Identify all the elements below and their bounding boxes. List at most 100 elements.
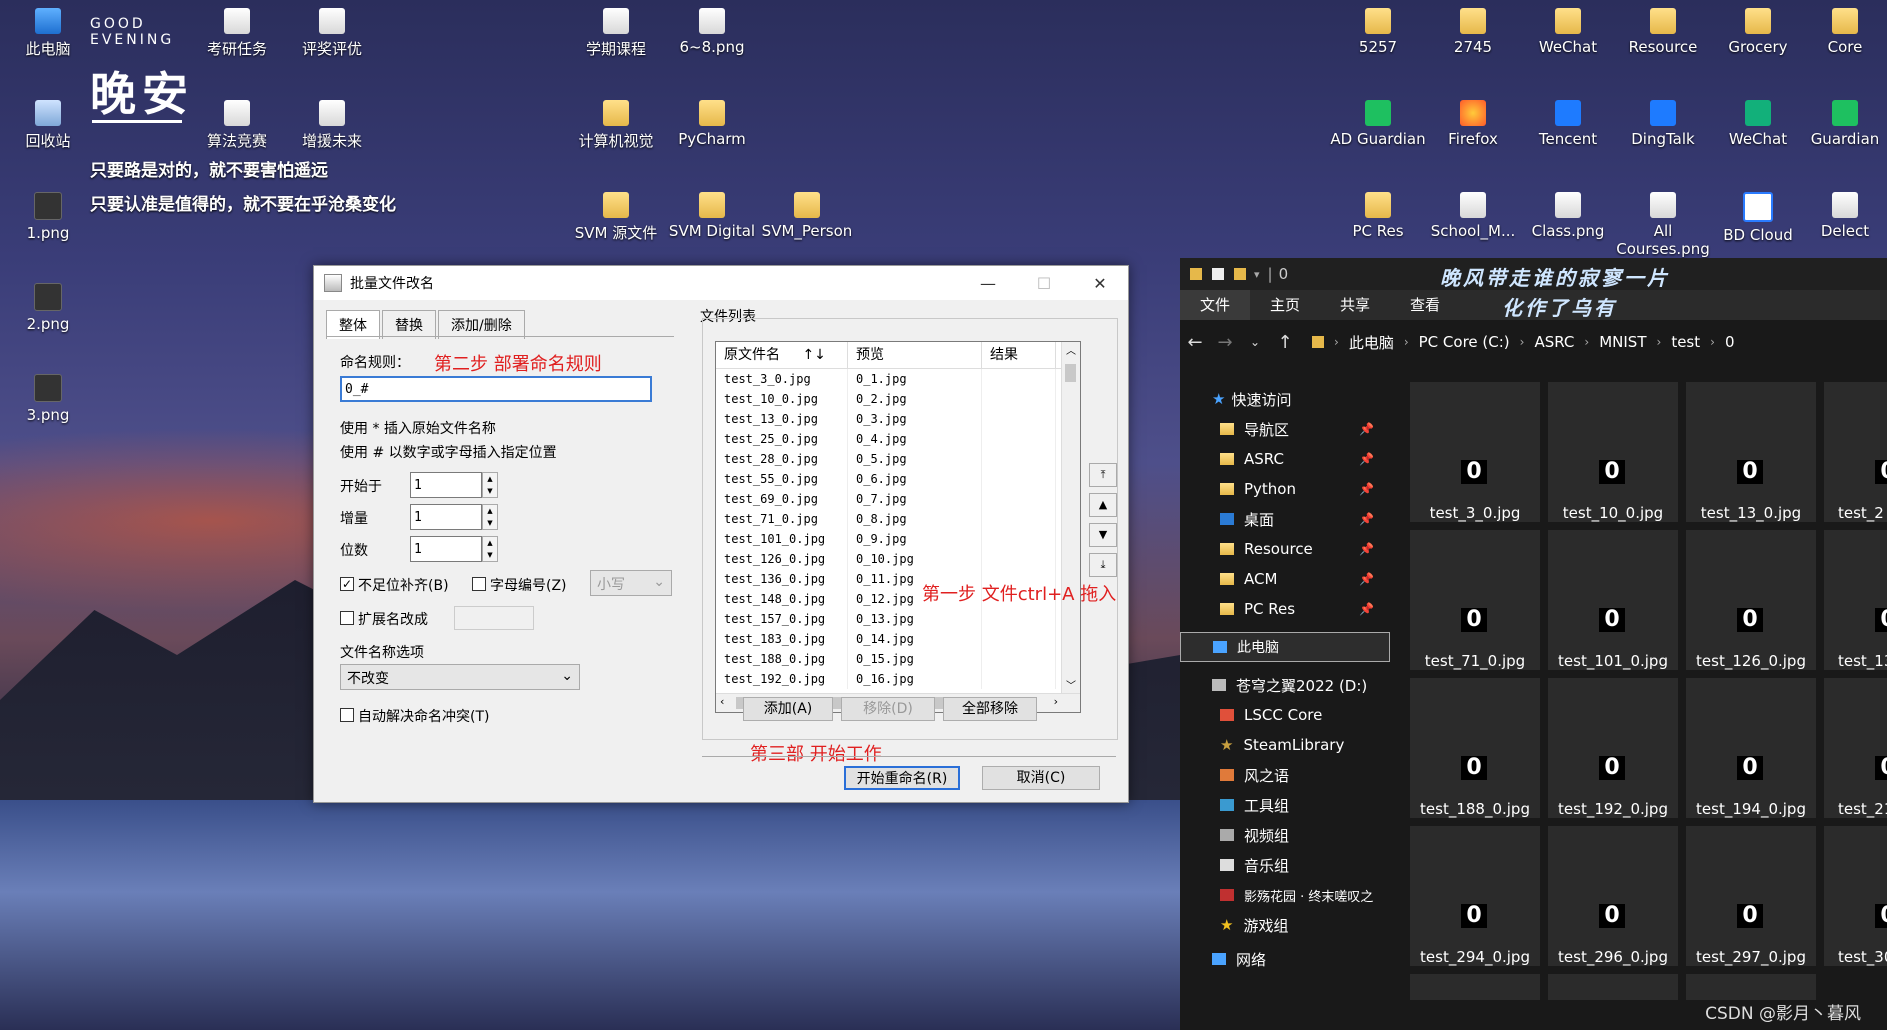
scroll-up-icon[interactable]: ︿ [1062,342,1080,357]
properties-icon[interactable] [1212,268,1224,280]
ribbon-tab-view[interactable]: 查看 [1390,290,1460,320]
desktop-icon[interactable]: School_M... [1425,192,1521,240]
move-down-button[interactable]: ▼ [1089,523,1117,547]
sidebar-network[interactable]: 网络 [1180,944,1390,974]
desktop-icon[interactable]: 回收站 [0,100,96,151]
new-folder-icon[interactable] [1234,268,1246,280]
alpha-checkbox[interactable] [472,577,486,591]
file-list-row[interactable]: test_157_0.jpg 0_13.jpg [716,609,1080,629]
desktop-icon[interactable]: BD Cloud [1710,192,1806,244]
name-option-select[interactable]: 不改变 ⌄ [340,664,580,690]
file-thumbnail[interactable]: 0 test_13_0.jpg [1686,382,1816,522]
desktop-icon[interactable]: AD Guardian [1330,100,1426,148]
file-thumbnail[interactable]: 0 test_294_0.jpg [1410,826,1540,966]
file-thumbnail[interactable]: 0 test_3_0.jpg [1410,382,1540,522]
file-list-row[interactable]: test_3_0.jpg 0_1.jpg [716,369,1080,389]
desktop-icon[interactable]: 算法竞赛 [189,100,285,151]
pad-checkbox[interactable]: ✓ [340,577,354,591]
file-list-row[interactable]: test_101_0.jpg 0_9.jpg [716,529,1080,549]
desktop-icon[interactable]: Firefox [1425,100,1521,148]
file-thumbnail[interactable] [1686,974,1816,1000]
file-thumbnail[interactable]: 0 test_297_0.jpg [1686,826,1816,966]
breadcrumb-item[interactable]: PC Core (C:) [1419,333,1510,351]
sidebar-item[interactable]: 风之语 [1180,760,1390,790]
sidebar-item[interactable]: 视频组 [1180,820,1390,850]
breadcrumb-item[interactable]: test [1671,333,1700,351]
file-thumbnail[interactable]: 0test_21 [1824,678,1887,818]
scroll-right-icon[interactable]: › [1054,695,1058,708]
sidebar-quick-access[interactable]: ★ 快速访问 [1180,384,1390,414]
sidebar-item[interactable]: ★ 游戏组 [1180,910,1390,940]
file-thumbnail[interactable]: 0 test_10_0.jpg [1548,382,1678,522]
scroll-left-icon[interactable]: ‹ [720,695,724,708]
sidebar-item[interactable]: ASRC 📌 [1180,444,1390,474]
file-list-row[interactable]: test_10_0.jpg 0_2.jpg [716,389,1080,409]
desktop-icon[interactable]: 2.png [0,283,96,333]
auto-resolve-checkbox[interactable] [340,708,354,722]
file-thumbnail[interactable]: 0 test_296_0.jpg [1548,826,1678,966]
recent-dropdown-icon[interactable]: ⌄ [1240,335,1270,349]
desktop-icon[interactable]: Guardian [1805,100,1885,148]
ribbon-tab-file[interactable]: 文件 [1180,290,1251,320]
desktop-icon[interactable]: 6~8.png [664,8,760,56]
sidebar-item[interactable]: ★ SteamLibrary [1180,730,1390,760]
desktop-icon[interactable]: WeChat [1520,8,1616,56]
file-list-row[interactable]: test_55_0.jpg 0_6.jpg [716,469,1080,489]
scroll-down-icon[interactable]: ﹀ [1062,677,1080,692]
sidebar-item[interactable]: 音乐组 [1180,850,1390,880]
desktop-icon[interactable]: 此电脑 [0,8,96,59]
minimize-icon[interactable]: — [960,274,1016,293]
sidebar-item[interactable]: 导航区 📌 [1180,414,1390,444]
sidebar-drive[interactable]: 苍穹之翼2022 (D:) [1180,670,1390,700]
desktop-icon[interactable]: 计算机视觉 [568,100,664,151]
file-list-row[interactable]: test_183_0.jpg 0_14.jpg [716,629,1080,649]
tab-replace[interactable]: 替换 [382,310,436,339]
col-preview[interactable]: 预览 [848,342,982,368]
case-select[interactable]: 小写 ⌄ [590,570,672,596]
add-button[interactable]: 添加(A) [743,697,833,721]
start-rename-button[interactable]: 开始重命名(R) [844,766,960,790]
file-list[interactable]: 原文件名 ↑↓ 预览 结果 test_3_0.jpg 0_1.jpg test_10… [715,341,1081,713]
desktop-icon[interactable]: 5257 [1330,8,1426,56]
sidebar-item[interactable]: ACM 📌 [1180,564,1390,594]
move-top-button[interactable]: ⤒ [1089,463,1117,487]
desktop-icon[interactable]: Delect [1805,192,1885,240]
digits-input[interactable] [410,536,482,562]
sidebar-item[interactable]: 桌面 📌 [1180,504,1390,534]
breadcrumb-item[interactable]: MNIST [1599,333,1646,351]
desktop-icon[interactable]: SVM 源文件 [568,192,664,243]
desktop-icon[interactable]: DingTalk [1615,100,1711,148]
file-thumbnail[interactable]: 0 test_194_0.jpg [1686,678,1816,818]
forward-icon[interactable]: → [1210,332,1240,353]
tab-add-remove[interactable]: 添加/删除 [438,310,525,339]
ribbon-tab-home[interactable]: 主页 [1250,290,1320,320]
sidebar-item[interactable]: PC Res 📌 [1180,594,1390,624]
move-up-button[interactable]: ▲ [1089,493,1117,517]
desktop-icon[interactable]: Tencent [1520,100,1616,148]
desktop-icon[interactable]: PC Res [1330,192,1426,240]
sidebar-item[interactable]: 工具组 [1180,790,1390,820]
file-list-row[interactable]: test_13_0.jpg 0_3.jpg [716,409,1080,429]
desktop-icon[interactable]: 考研任务 [189,8,285,59]
cancel-button[interactable]: 取消(C) [982,766,1100,790]
desktop-icon[interactable]: PyCharm [664,100,760,148]
file-thumbnail[interactable]: 0test_30 [1824,826,1887,966]
file-thumbnail[interactable]: 0 test_192_0.jpg [1548,678,1678,818]
desktop-icon[interactable]: 增援未来 [284,100,380,151]
file-list-row[interactable]: test_126_0.jpg 0_10.jpg [716,549,1080,569]
rule-input[interactable] [340,376,652,402]
file-list-row[interactable]: test_28_0.jpg 0_5.jpg [716,449,1080,469]
desktop-icon[interactable]: 评奖评优 [284,8,380,59]
remove-button[interactable]: 移除(D) [841,697,935,721]
file-thumbnail[interactable]: 0test_13 [1824,530,1887,670]
ribbon-tab-share[interactable]: 共享 [1320,290,1390,320]
close-icon[interactable]: ✕ [1072,274,1128,293]
ext-input[interactable] [454,606,534,630]
breadcrumb-item[interactable]: 此电脑 [1349,332,1394,353]
file-list-row[interactable]: test_188_0.jpg 0_15.jpg [716,649,1080,669]
col-original[interactable]: 原文件名 ↑↓ [716,342,848,368]
desktop-icon[interactable]: Resource [1615,8,1711,56]
sidebar-item[interactable]: Python 📌 [1180,474,1390,504]
step-input[interactable] [410,504,482,530]
file-thumbnail[interactable] [1548,974,1678,1000]
